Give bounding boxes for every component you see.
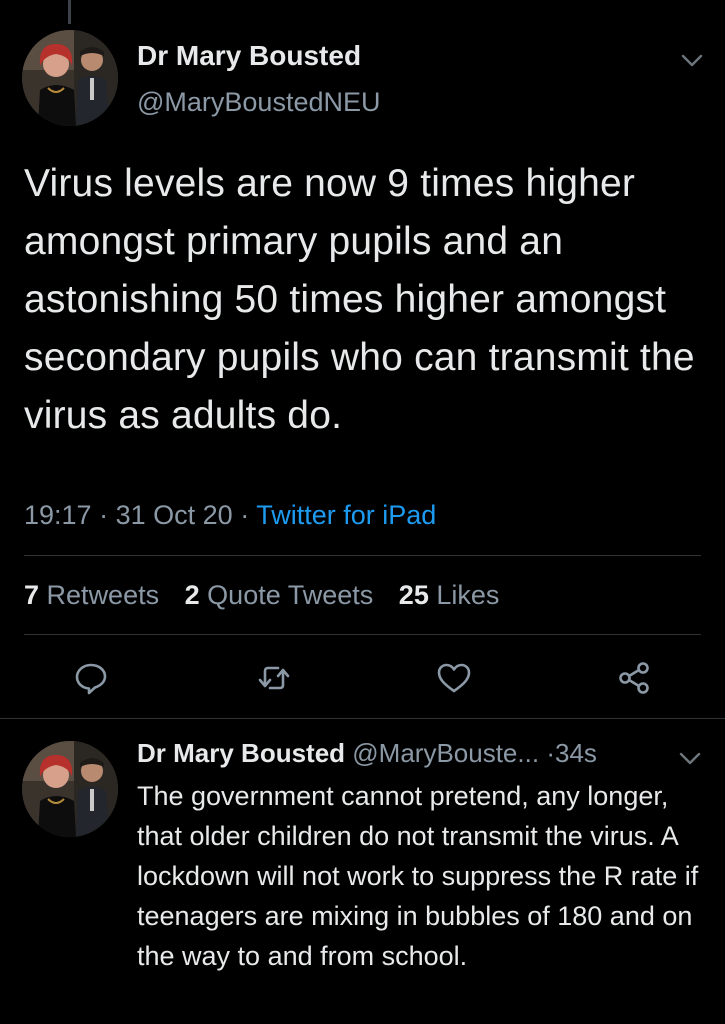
meta-separator: · xyxy=(99,500,109,530)
engagement-stats: 7 Retweets 2 Quote Tweets 25 Likes xyxy=(24,580,517,611)
retweets-count: 7 xyxy=(24,580,40,610)
divider xyxy=(24,634,701,635)
share-button[interactable] xyxy=(616,660,652,696)
like-button[interactable] xyxy=(436,660,472,696)
chevron-down-icon[interactable] xyxy=(678,750,702,768)
tweet-meta: 19:17 · 31 Oct 20 · Twitter for iPad xyxy=(24,500,436,531)
reply-header: Dr Mary Bousted @MaryBouste... ·34s xyxy=(137,738,597,769)
reply-icon xyxy=(75,663,107,695)
section-divider xyxy=(0,718,725,719)
reply-time: 34s xyxy=(554,738,597,768)
avatar-photo xyxy=(22,30,118,126)
retweets-label: Retweets xyxy=(46,580,160,610)
reply-separator: · xyxy=(546,738,555,768)
reply-tweet-text: The government cannot pretend, any longe… xyxy=(137,781,699,971)
quotes-count: 2 xyxy=(184,580,200,610)
retweet-button[interactable] xyxy=(256,660,292,696)
likes-stat[interactable]: 25 Likes xyxy=(399,580,500,610)
chevron-down-icon[interactable] xyxy=(680,52,704,70)
tweet-text: Virus levels are now 9 times higher amon… xyxy=(24,162,695,437)
reply-button[interactable] xyxy=(73,660,109,696)
reply-author-handle[interactable]: @MaryBouste... xyxy=(352,738,539,768)
author-handle[interactable]: @MaryBoustedNEU xyxy=(137,87,381,118)
author-name[interactable]: Dr Mary Bousted xyxy=(137,40,361,72)
tweet-source-link[interactable]: Twitter for iPad xyxy=(256,500,436,530)
retweet-icon xyxy=(258,666,290,690)
likes-count: 25 xyxy=(398,580,429,610)
retweets-stat[interactable]: 7 Retweets xyxy=(24,580,159,610)
author-avatar[interactable] xyxy=(22,30,118,126)
quotes-label: Quote Tweets xyxy=(207,580,374,610)
share-icon xyxy=(619,662,649,694)
thread-connector-line xyxy=(68,0,71,24)
tweet-date: 31 Oct 20 xyxy=(115,500,233,530)
likes-label: Likes xyxy=(436,580,500,610)
meta-separator: · xyxy=(240,500,250,530)
quote-tweets-stat[interactable]: 2 Quote Tweets xyxy=(185,580,374,610)
tweet-time: 19:17 xyxy=(24,500,92,530)
divider xyxy=(24,555,701,556)
reply-author-avatar[interactable] xyxy=(22,741,118,837)
avatar-photo xyxy=(22,741,118,837)
reply-author-name[interactable]: Dr Mary Bousted xyxy=(137,738,345,768)
heart-icon xyxy=(437,663,471,693)
